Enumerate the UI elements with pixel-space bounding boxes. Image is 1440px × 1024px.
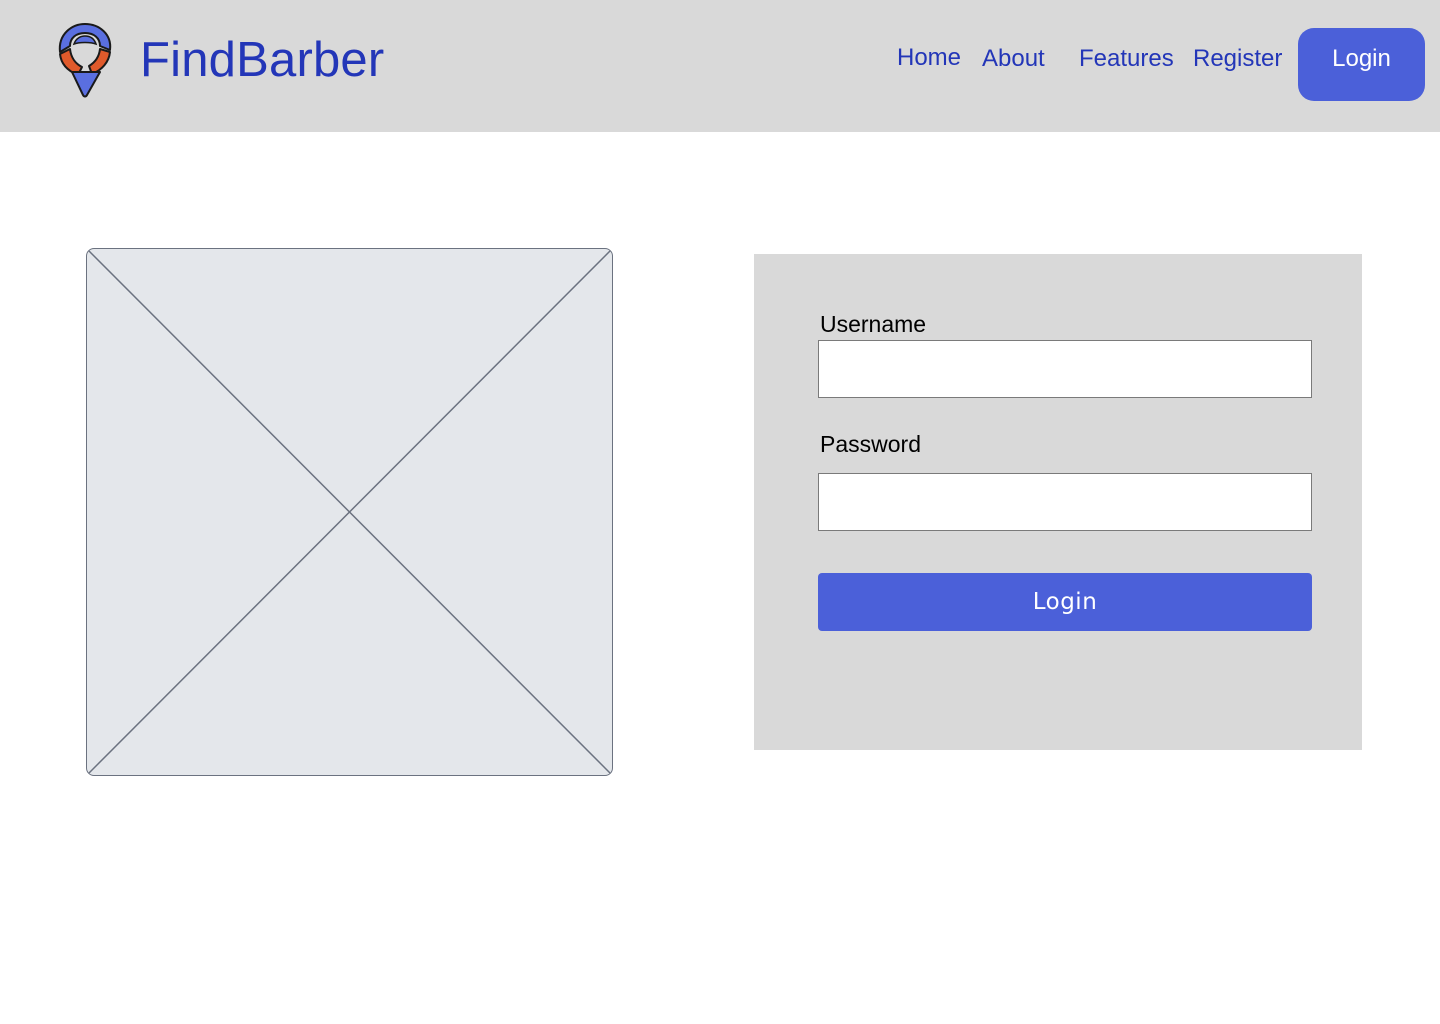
map-pin-icon[interactable]	[56, 22, 114, 98]
top-navbar: FindBarber Home About Features Register …	[0, 0, 1440, 132]
password-label: Password	[820, 431, 921, 457]
brand-name[interactable]: FindBarber	[140, 32, 384, 88]
image-placeholder-icon	[86, 248, 613, 776]
password-input[interactable]	[818, 473, 1312, 531]
header-login-button[interactable]: Login	[1298, 28, 1425, 101]
login-form-panel: Username Password Login	[754, 254, 1362, 750]
nav-about-link[interactable]: About	[982, 44, 1045, 74]
nav-features-link[interactable]: Features	[1079, 44, 1174, 74]
nav-home-link[interactable]: Home	[897, 43, 961, 73]
login-page: FindBarber Home About Features Register …	[0, 0, 1440, 1024]
nav-register-link[interactable]: Register	[1193, 44, 1282, 74]
login-submit-button[interactable]: Login	[818, 573, 1312, 631]
username-input[interactable]	[818, 340, 1312, 398]
username-label: Username	[820, 311, 927, 337]
